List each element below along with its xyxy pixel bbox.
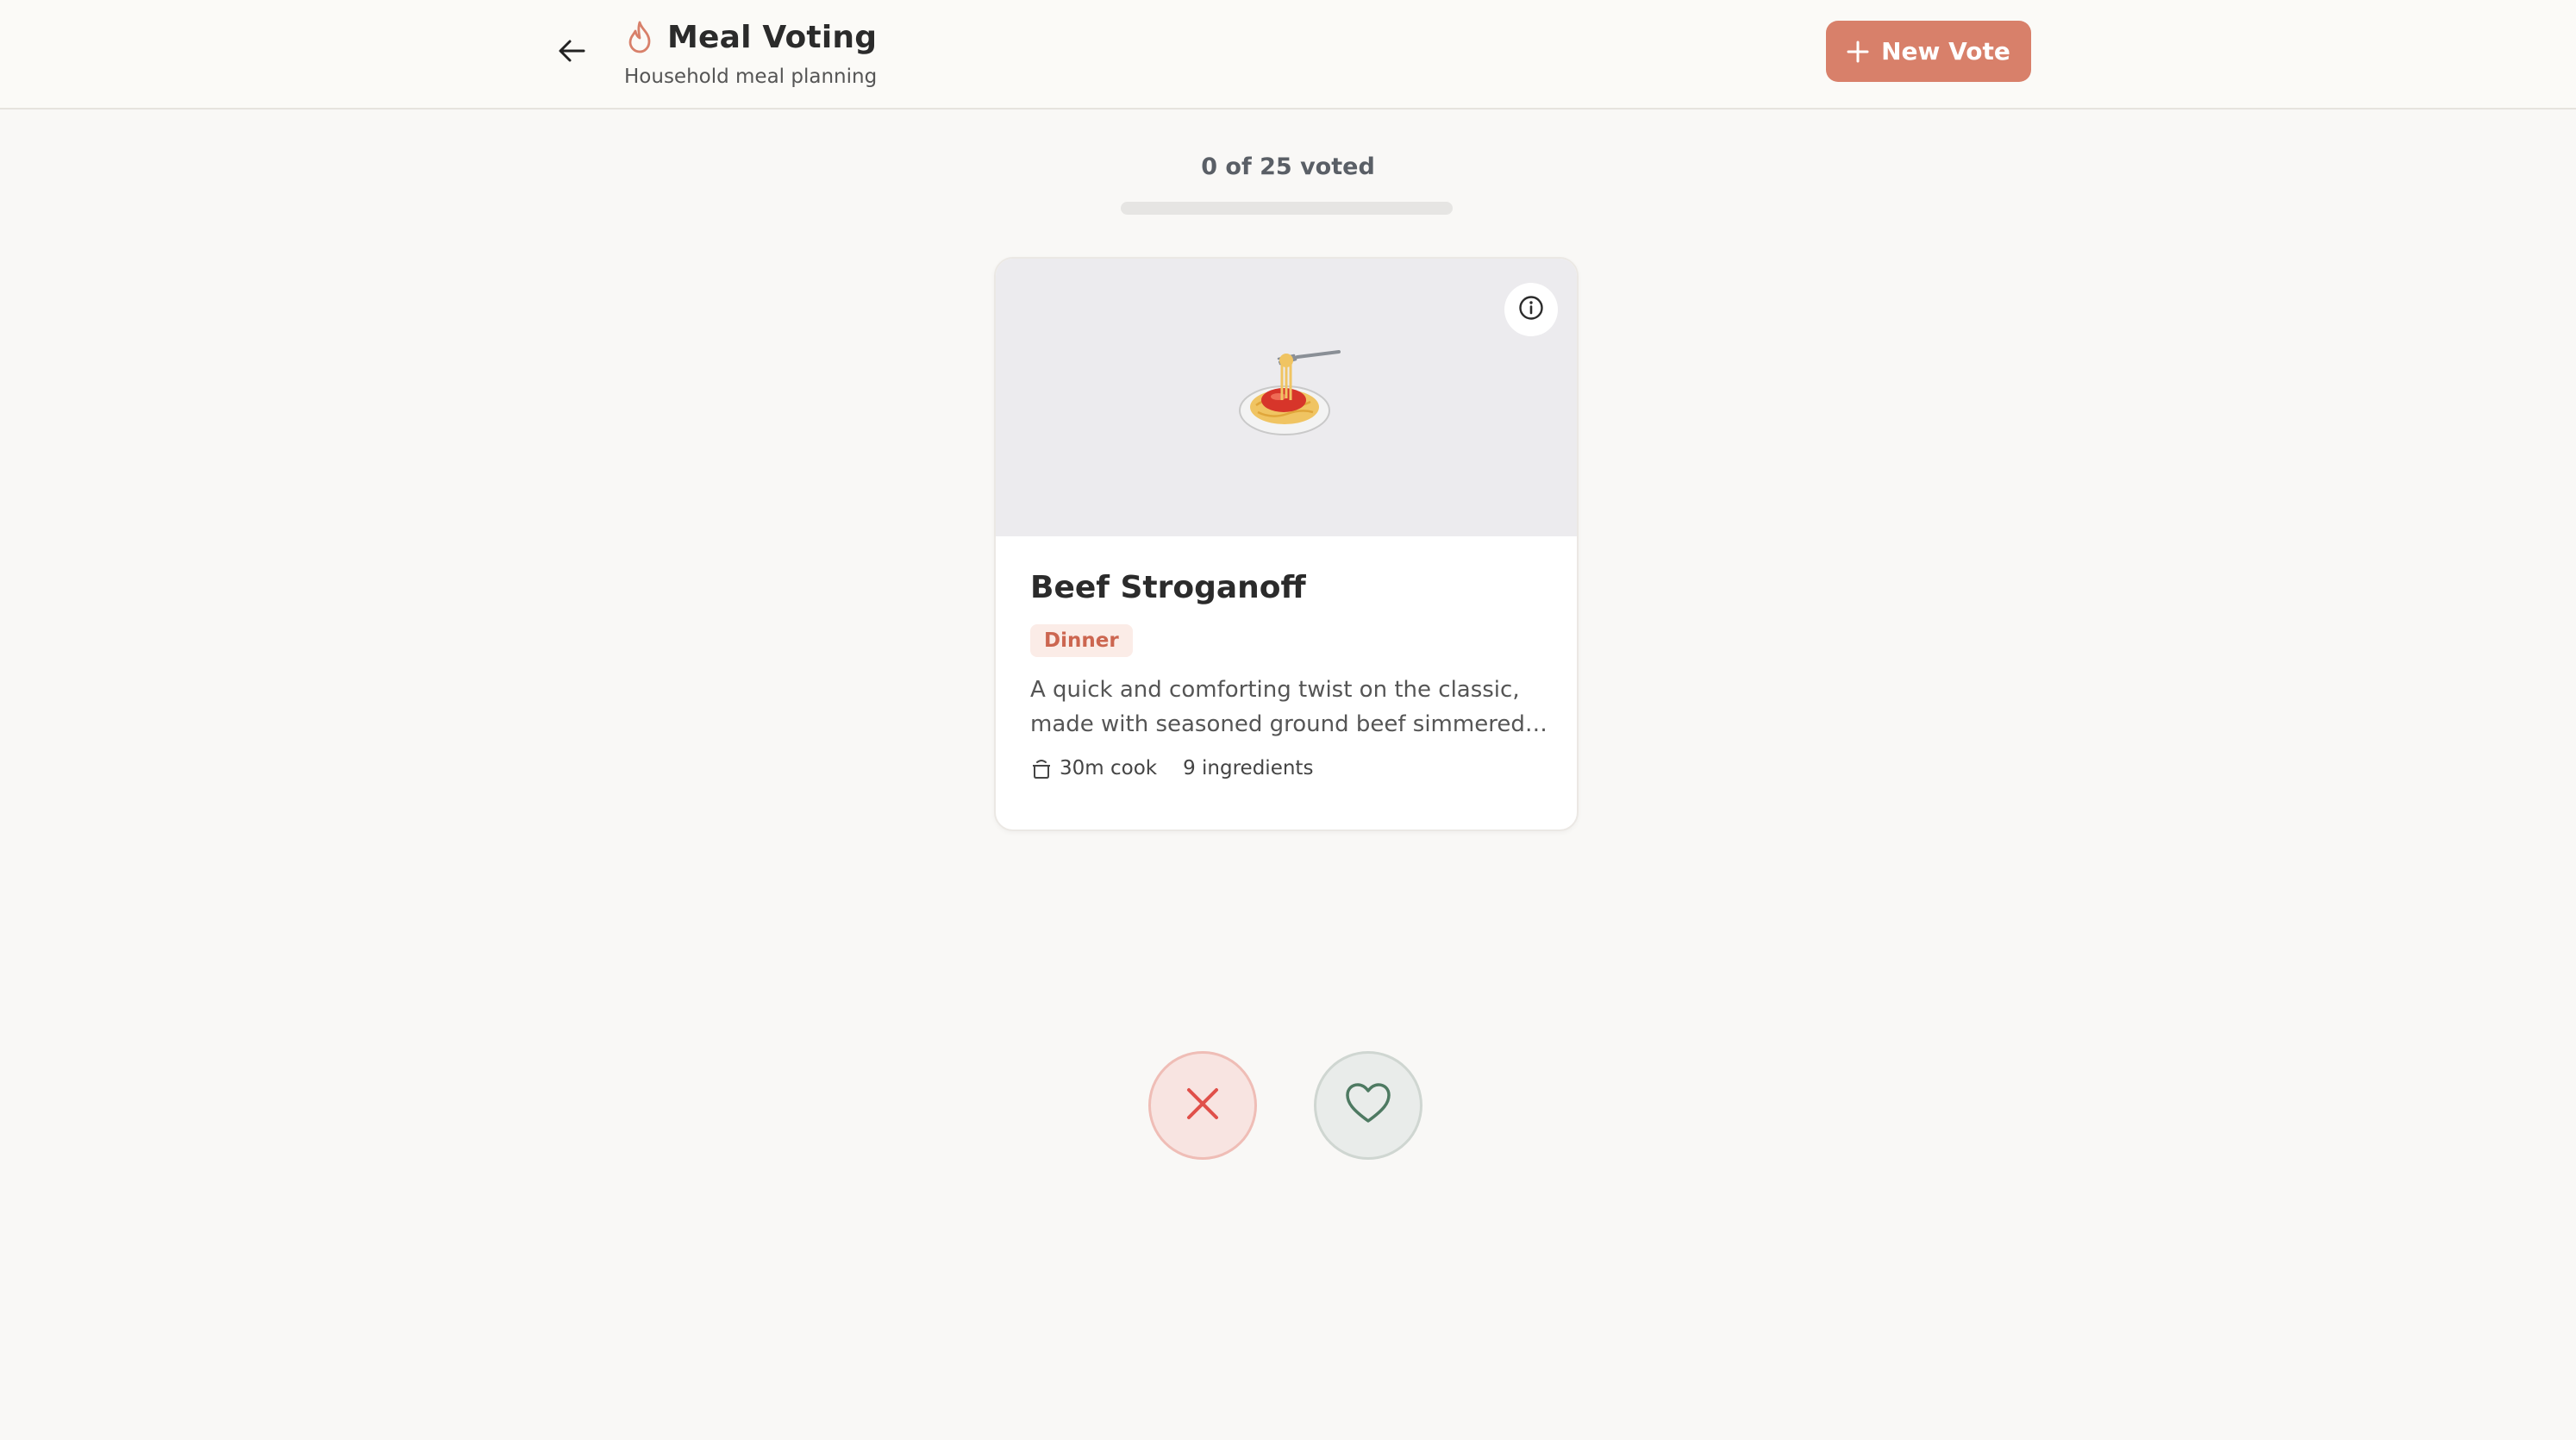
meal-description: A quick and comforting twist on the clas… — [1030, 677, 1547, 737]
reject-button[interactable] — [1148, 1051, 1257, 1160]
top-header: Meal Voting Household meal planning New … — [0, 0, 2576, 110]
new-vote-label: New Vote — [1881, 37, 2010, 66]
ingredient-count: 9 ingredients — [1183, 757, 1314, 779]
like-button[interactable] — [1314, 1051, 1422, 1160]
flame-icon — [624, 19, 655, 55]
meal-category-badge: Dinner — [1030, 624, 1133, 657]
arrow-left-icon — [558, 39, 585, 66]
meal-details: Beef Stroganoff Dinner A quick and comfo… — [1030, 536, 1547, 779]
heart-icon — [1344, 1081, 1392, 1130]
meal-meta: 30m cook 9 ingredients — [1030, 757, 1542, 779]
x-icon — [1184, 1085, 1222, 1126]
cooking-pot-icon — [1030, 757, 1053, 779]
title-block: Meal Voting Household meal planning — [624, 16, 878, 89]
plus-icon — [1847, 41, 1869, 63]
meal-image — [996, 259, 1577, 536]
cook-time: 30m cook — [1060, 757, 1158, 779]
meal-name: Beef Stroganoff — [1030, 570, 1306, 605]
vote-progress-label: 0 of 25 voted — [1201, 153, 1375, 180]
vote-progress-bar — [1121, 202, 1453, 215]
info-button[interactable] — [1504, 283, 1558, 336]
page-subtitle: Household meal planning — [624, 66, 878, 88]
page-title: Meal Voting — [667, 19, 878, 55]
spaghetti-emoji — [1237, 345, 1349, 441]
meal-card[interactable]: Beef Stroganoff Dinner A quick and comfo… — [994, 257, 1579, 831]
info-icon — [1517, 294, 1545, 325]
back-button[interactable] — [550, 31, 593, 74]
new-vote-button[interactable]: New Vote — [1826, 21, 2031, 82]
